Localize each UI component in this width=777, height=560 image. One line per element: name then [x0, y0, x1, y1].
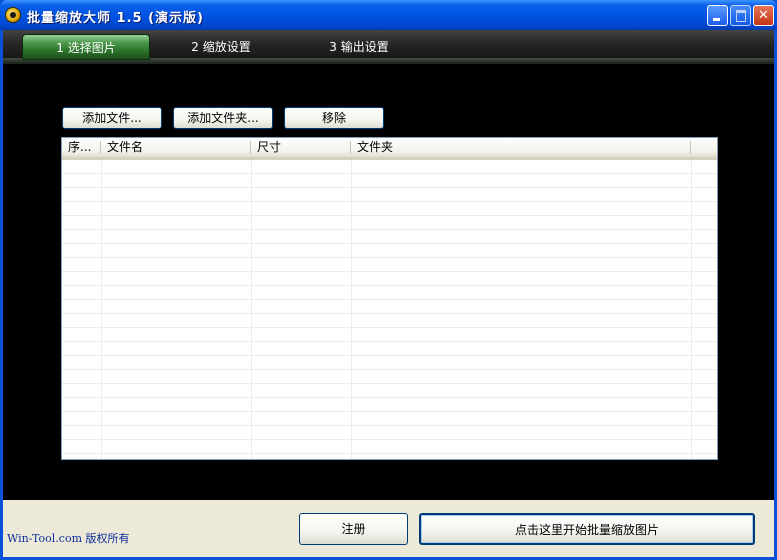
tab-resize-settings[interactable]: 2 缩放设置 — [181, 34, 261, 60]
app-window: 批量缩放大师 1.5 (演示版) ✕ 1 选择图片 2 缩放设置 3 输出设置 … — [0, 0, 777, 560]
column-header-index[interactable]: 序... — [62, 138, 101, 157]
close-button[interactable]: ✕ — [753, 5, 774, 26]
remove-button[interactable]: 移除 — [284, 107, 384, 129]
copyright-text: Win-Tool.com 版权所有 — [7, 532, 130, 545]
tab-output-settings[interactable]: 3 输出设置 — [319, 34, 399, 60]
step-tab-bar: 1 选择图片 2 缩放设置 3 输出设置 — [3, 30, 774, 64]
column-divider — [101, 160, 102, 459]
column-divider — [351, 160, 352, 459]
maximize-button[interactable] — [730, 5, 751, 26]
add-file-button[interactable]: 添加文件... — [62, 107, 162, 129]
footer-bar: Win-Tool.com 版权所有 注册 点击这里开始批量缩放图片 — [3, 500, 774, 557]
file-list-body[interactable] — [62, 160, 717, 459]
column-header-size[interactable]: 尺寸 — [251, 138, 351, 157]
window-title: 批量缩放大师 1.5 (演示版) — [27, 11, 204, 26]
column-divider — [251, 160, 252, 459]
tab-select-images[interactable]: 1 选择图片 — [22, 34, 150, 60]
column-header-filename[interactable]: 文件名 — [101, 138, 251, 157]
file-list-header: 序... 文件名 尺寸 文件夹 — [62, 138, 717, 160]
start-resize-button[interactable]: 点击这里开始批量缩放图片 — [419, 513, 755, 545]
title-bar[interactable]: 批量缩放大师 1.5 (演示版) ✕ — [0, 0, 777, 30]
main-panel: 1 选择图片 2 缩放设置 3 输出设置 添加文件... 添加文件夹... 移除… — [3, 30, 774, 557]
file-list[interactable]: 序... 文件名 尺寸 文件夹 — [61, 137, 718, 460]
column-divider — [691, 160, 692, 459]
close-icon: ✕ — [758, 8, 769, 23]
register-button[interactable]: 注册 — [299, 513, 408, 545]
add-folder-button[interactable]: 添加文件夹... — [173, 107, 273, 129]
app-logo-icon — [5, 7, 21, 23]
column-header-folder[interactable]: 文件夹 — [351, 138, 691, 157]
minimize-button[interactable] — [707, 5, 728, 26]
